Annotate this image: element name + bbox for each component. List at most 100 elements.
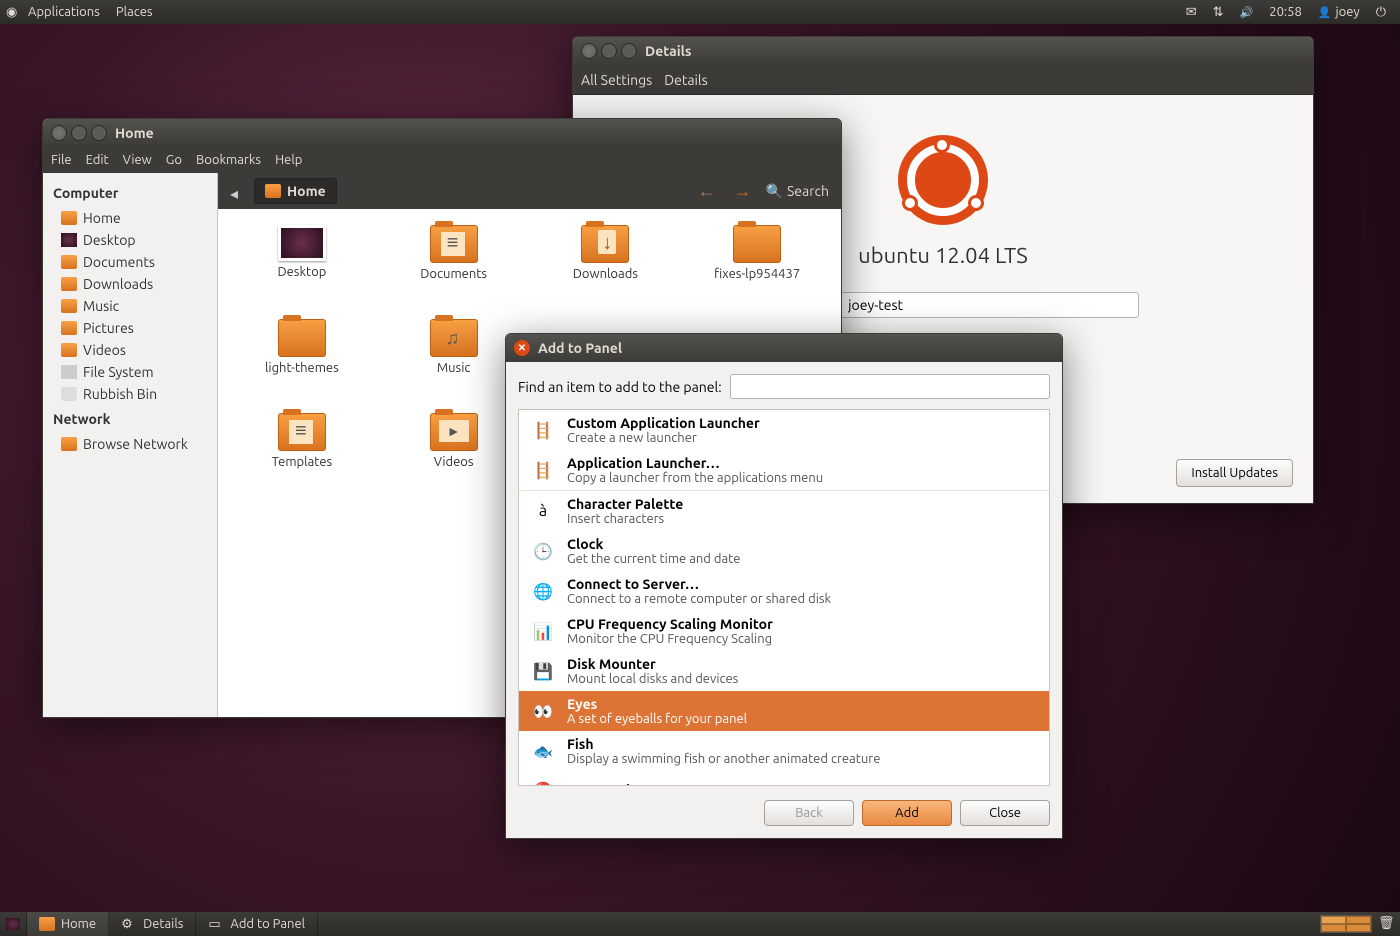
task-details[interactable]: ⚙Details bbox=[109, 912, 196, 936]
sidebar-item-videos[interactable]: Videos bbox=[43, 339, 217, 361]
applet-item[interactable]: àCharacter PaletteInsert characters bbox=[519, 491, 1049, 531]
volume-indicator-icon[interactable] bbox=[1232, 6, 1262, 19]
applet-item[interactable]: ⛔Force Quit bbox=[519, 771, 1049, 786]
workspace-switcher[interactable] bbox=[1320, 915, 1372, 933]
folder-icon bbox=[61, 343, 77, 357]
folder-icon bbox=[733, 225, 781, 263]
applet-title: Custom Application Launcher bbox=[567, 415, 760, 431]
nautilus-sidebar: Computer Home Desktop Documents Download… bbox=[43, 173, 218, 717]
sidebar-item-home[interactable]: Home bbox=[43, 207, 217, 229]
menu-bookmarks[interactable]: Bookmarks bbox=[196, 153, 261, 167]
menu-help[interactable]: Help bbox=[275, 153, 302, 167]
applet-item[interactable]: 💾Disk MounterMount local disks and devic… bbox=[519, 651, 1049, 691]
places-menu[interactable]: Places bbox=[108, 5, 161, 19]
close-button[interactable] bbox=[581, 43, 597, 59]
sidebar-item-desktop[interactable]: Desktop bbox=[43, 229, 217, 251]
show-desktop-button[interactable] bbox=[0, 912, 27, 936]
home-titlebar[interactable]: Home bbox=[43, 119, 841, 147]
file-label: fixes-lp954437 bbox=[714, 267, 800, 281]
applet-item[interactable]: 👀EyesA set of eyeballs for your panel bbox=[519, 691, 1049, 731]
all-settings-link[interactable]: All Settings bbox=[581, 68, 652, 92]
nav-back-icon[interactable]: ← bbox=[694, 181, 720, 202]
user-menu[interactable]: joey bbox=[1310, 5, 1368, 19]
applet-icon: 🕒 bbox=[529, 537, 557, 565]
drive-icon bbox=[61, 365, 77, 379]
top-panel: Applications Places 20:58 joey bbox=[0, 0, 1400, 24]
path-button-home[interactable]: Home bbox=[254, 178, 337, 204]
sidebar-item-trash[interactable]: Rubbish Bin bbox=[43, 383, 217, 405]
applet-item[interactable]: 🌐Connect to Server…Connect to a remote c… bbox=[519, 571, 1049, 611]
task-add-to-panel[interactable]: ▭Add to Panel bbox=[196, 912, 318, 936]
applet-list[interactable]: 🪜Custom Application LauncherCreate a new… bbox=[518, 409, 1050, 786]
sidebar-item-pictures[interactable]: Pictures bbox=[43, 317, 217, 339]
search-button[interactable]: 🔍Search bbox=[766, 183, 830, 200]
minimize-button[interactable] bbox=[71, 125, 87, 141]
folder-icon bbox=[430, 225, 478, 263]
task-label: Home bbox=[61, 917, 96, 931]
applet-item[interactable]: 🪜Application Launcher…Copy a launcher fr… bbox=[519, 450, 1049, 491]
install-updates-button[interactable]: Install Updates bbox=[1176, 459, 1293, 487]
device-name-input[interactable] bbox=[839, 292, 1139, 318]
applet-icon: 👀 bbox=[529, 697, 557, 725]
applet-item[interactable]: 🪜Custom Application LauncherCreate a new… bbox=[519, 410, 1049, 450]
back-button[interactable]: Back bbox=[764, 800, 854, 826]
file-label: Downloads bbox=[573, 267, 638, 281]
applet-item[interactable]: 📊CPU Frequency Scaling MonitorMonitor th… bbox=[519, 611, 1049, 651]
file-item-fixes[interactable]: fixes-lp954437 bbox=[683, 225, 831, 315]
applet-icon: ⛔ bbox=[529, 776, 557, 786]
network-indicator-icon[interactable] bbox=[1205, 5, 1232, 20]
details-titlebar[interactable]: Details bbox=[573, 37, 1313, 65]
applet-item[interactable]: 🕒ClockGet the current time and date bbox=[519, 531, 1049, 571]
file-item-light-themes[interactable]: light-themes bbox=[228, 319, 376, 409]
applet-icon: 🪜 bbox=[529, 456, 557, 484]
close-icon[interactable]: ✕ bbox=[514, 340, 530, 356]
applications-menu[interactable]: Applications bbox=[20, 5, 108, 19]
file-label: light-themes bbox=[265, 361, 339, 375]
clock-indicator[interactable]: 20:58 bbox=[1261, 5, 1310, 19]
close-button[interactable] bbox=[51, 125, 67, 141]
maximize-button[interactable] bbox=[91, 125, 107, 141]
trash-icon[interactable]: 🗑 bbox=[1378, 916, 1394, 932]
applet-desc: Display a swimming fish or another anima… bbox=[567, 752, 880, 766]
close-button[interactable]: Close bbox=[960, 800, 1050, 826]
applet-item[interactable]: 🐟FishDisplay a swimming fish or another … bbox=[519, 731, 1049, 771]
nav-forward-icon[interactable]: → bbox=[730, 181, 756, 202]
sidebar-collapse-icon[interactable]: ◂ bbox=[230, 184, 244, 198]
find-input[interactable] bbox=[730, 374, 1050, 399]
maximize-button[interactable] bbox=[621, 43, 637, 59]
minimize-button[interactable] bbox=[601, 43, 617, 59]
menu-edit[interactable]: Edit bbox=[86, 153, 109, 167]
menu-view[interactable]: View bbox=[123, 153, 152, 167]
ubuntu-logo-icon[interactable] bbox=[6, 5, 20, 19]
sidebar-item-browse-network[interactable]: Browse Network bbox=[43, 433, 217, 455]
session-menu-icon[interactable] bbox=[1368, 5, 1394, 20]
sidebar-item-label: File System bbox=[83, 364, 154, 380]
applet-title: Application Launcher… bbox=[567, 455, 823, 471]
sidebar-item-music[interactable]: Music bbox=[43, 295, 217, 317]
file-item-downloads[interactable]: Downloads bbox=[532, 225, 680, 315]
dialog-titlebar[interactable]: ✕ Add to Panel bbox=[506, 334, 1062, 362]
folder-icon bbox=[278, 413, 326, 451]
sidebar-item-filesystem[interactable]: File System bbox=[43, 361, 217, 383]
search-icon: 🔍 bbox=[766, 183, 783, 200]
sidebar-item-label: Browse Network bbox=[83, 436, 188, 452]
applet-title: Connect to Server… bbox=[567, 576, 831, 592]
sidebar-section-computer: Computer bbox=[43, 179, 217, 207]
file-item-documents[interactable]: Documents bbox=[380, 225, 528, 315]
folder-icon bbox=[430, 319, 478, 357]
menu-file[interactable]: File bbox=[51, 153, 72, 167]
applet-desc: Connect to a remote computer or shared d… bbox=[567, 592, 831, 606]
applet-title: Character Palette bbox=[567, 496, 683, 512]
menu-go[interactable]: Go bbox=[166, 153, 182, 167]
file-item-templates[interactable]: Templates bbox=[228, 413, 376, 503]
file-item-desktop[interactable]: Desktop bbox=[228, 225, 376, 315]
folder-icon bbox=[61, 255, 77, 269]
sidebar-item-downloads[interactable]: Downloads bbox=[43, 273, 217, 295]
applet-icon: 🐟 bbox=[529, 737, 557, 765]
sidebar-item-documents[interactable]: Documents bbox=[43, 251, 217, 273]
bottom-panel: Home ⚙Details ▭Add to Panel 🗑 bbox=[0, 912, 1400, 936]
add-button[interactable]: Add bbox=[862, 800, 952, 826]
task-home[interactable]: Home bbox=[27, 912, 109, 936]
mail-indicator-icon[interactable] bbox=[1178, 5, 1205, 20]
dialog-title: Add to Panel bbox=[538, 340, 622, 356]
